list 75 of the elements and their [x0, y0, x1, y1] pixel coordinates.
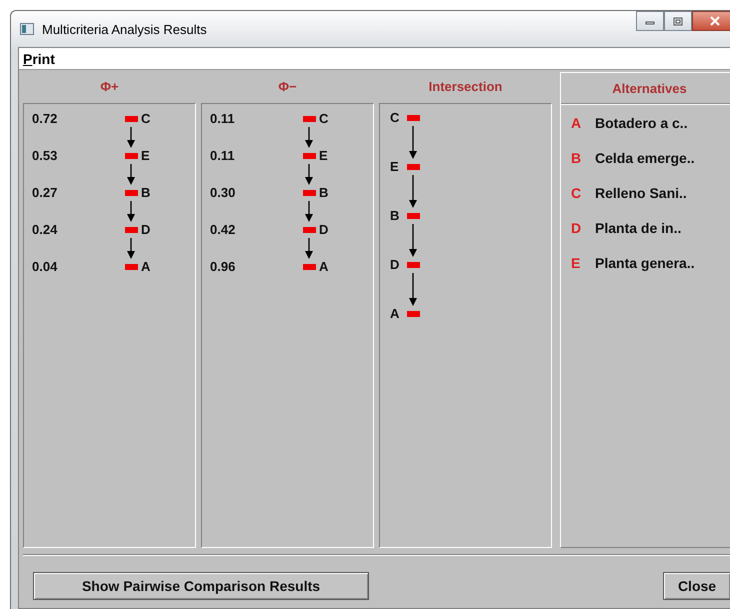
close-dialog-button[interactable]: Close [663, 572, 730, 600]
column-heading: Φ+ [100, 79, 119, 94]
node-marker [302, 190, 316, 196]
node-label: B [390, 208, 400, 224]
score-value: 0.27 [32, 185, 58, 201]
down-arrow-icon [303, 164, 315, 185]
node-marker [406, 311, 420, 317]
minimize-button[interactable] [636, 11, 664, 31]
down-arrow-icon [125, 201, 137, 222]
node-marker [124, 264, 138, 270]
down-arrow-icon [125, 238, 137, 259]
alternative-name: Relleno Sani.. [595, 185, 687, 201]
alternative-letter: A [571, 115, 581, 131]
app-icon [20, 23, 34, 35]
pairwise-results-button[interactable]: Show Pairwise Comparison Results [33, 572, 369, 600]
down-arrow-icon [125, 164, 137, 185]
print-menu[interactable]: Print [23, 50, 55, 66]
score-value: 0.11 [210, 111, 236, 127]
down-arrow-icon [125, 127, 137, 148]
score-value: 0.53 [32, 148, 58, 164]
node-label: D [390, 257, 400, 273]
down-arrow-icon [303, 238, 315, 259]
maximize-icon [673, 16, 683, 26]
node-label: B [140, 185, 150, 201]
score-value: 0.72 [32, 111, 58, 127]
down-arrow-icon [407, 175, 419, 208]
node-label: C [318, 111, 328, 127]
node-label: D [318, 222, 328, 238]
alternative-letter: B [571, 150, 581, 166]
node-marker [406, 213, 420, 219]
close-button[interactable] [692, 11, 730, 31]
down-arrow-icon [407, 273, 419, 306]
score-value: 0.96 [210, 259, 236, 275]
column-heading: Intersection [428, 79, 502, 94]
column-heading: Φ− [278, 79, 297, 94]
node-marker [406, 115, 420, 121]
down-arrow-icon [303, 201, 315, 222]
alternative-name: Planta de in.. [595, 220, 682, 236]
alternative-letter: E [571, 255, 581, 271]
maximize-button[interactable] [664, 11, 692, 31]
node-marker [124, 116, 138, 122]
node-label: B [318, 185, 328, 201]
node-marker [302, 116, 316, 122]
node-marker [302, 153, 316, 159]
alternative-name: Planta genera.. [595, 255, 695, 271]
window-title: Multicriteria Analysis Results [42, 22, 207, 36]
node-marker [302, 227, 316, 233]
node-label: A [390, 306, 400, 322]
node-marker [302, 264, 316, 270]
node-label: E [318, 148, 328, 164]
node-label: E [140, 148, 150, 164]
score-value: 0.11 [210, 148, 236, 164]
node-marker [406, 262, 420, 268]
node-marker [124, 153, 138, 159]
node-label: C [140, 111, 150, 127]
score-value: 0.42 [210, 222, 236, 238]
score-value: 0.04 [32, 259, 58, 275]
alternative-letter: C [571, 185, 581, 201]
node-label: A [140, 259, 150, 275]
node-marker [406, 164, 420, 170]
score-value: 0.30 [210, 185, 236, 201]
down-arrow-icon [407, 126, 419, 159]
node-label: E [390, 159, 400, 175]
down-arrow-icon [303, 127, 315, 148]
node-label: C [390, 110, 400, 126]
node-marker [124, 227, 138, 233]
node-marker [124, 190, 138, 196]
alternative-name: Botadero a c.. [595, 115, 688, 131]
node-label: D [140, 222, 150, 238]
alternative-name: Celda emerge.. [595, 150, 695, 166]
close-icon [710, 16, 720, 26]
score-value: 0.24 [32, 222, 58, 238]
down-arrow-icon [407, 224, 419, 257]
alternative-letter: D [571, 220, 581, 236]
node-label: A [318, 259, 328, 275]
